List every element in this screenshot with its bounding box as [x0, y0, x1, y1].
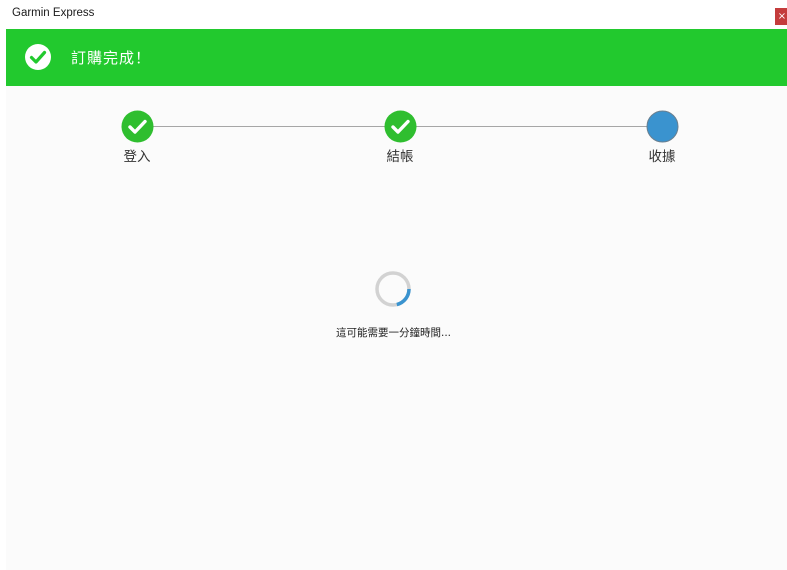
loading-spinner-icon [375, 271, 411, 307]
app-window: Garmin Express × 訂購完成！ 登入 結帳 收據 這可能需要一分鐘… [0, 0, 787, 570]
current-step-circle-icon [646, 110, 678, 143]
check-circle-icon [25, 44, 51, 70]
success-banner: 訂購完成！ [6, 29, 787, 86]
step-login: 登入 [107, 110, 167, 165]
stepper-track [400, 126, 662, 127]
banner-message: 訂購完成！ [71, 49, 152, 67]
check-icon [121, 110, 153, 143]
step-label: 登入 [123, 149, 151, 165]
stepper-track [137, 126, 400, 127]
step-checkout: 結帳 [370, 110, 430, 165]
check-icon [384, 110, 416, 143]
step-label: 結帳 [386, 149, 414, 165]
window-title: Garmin Express [12, 7, 95, 19]
step-receipt: 收據 [632, 110, 692, 165]
title-bar: Garmin Express × [0, 0, 787, 29]
close-button[interactable]: × [775, 8, 787, 25]
step-label: 收據 [648, 149, 676, 165]
loading-message: 這可能需要一分鐘時間... [335, 327, 451, 339]
